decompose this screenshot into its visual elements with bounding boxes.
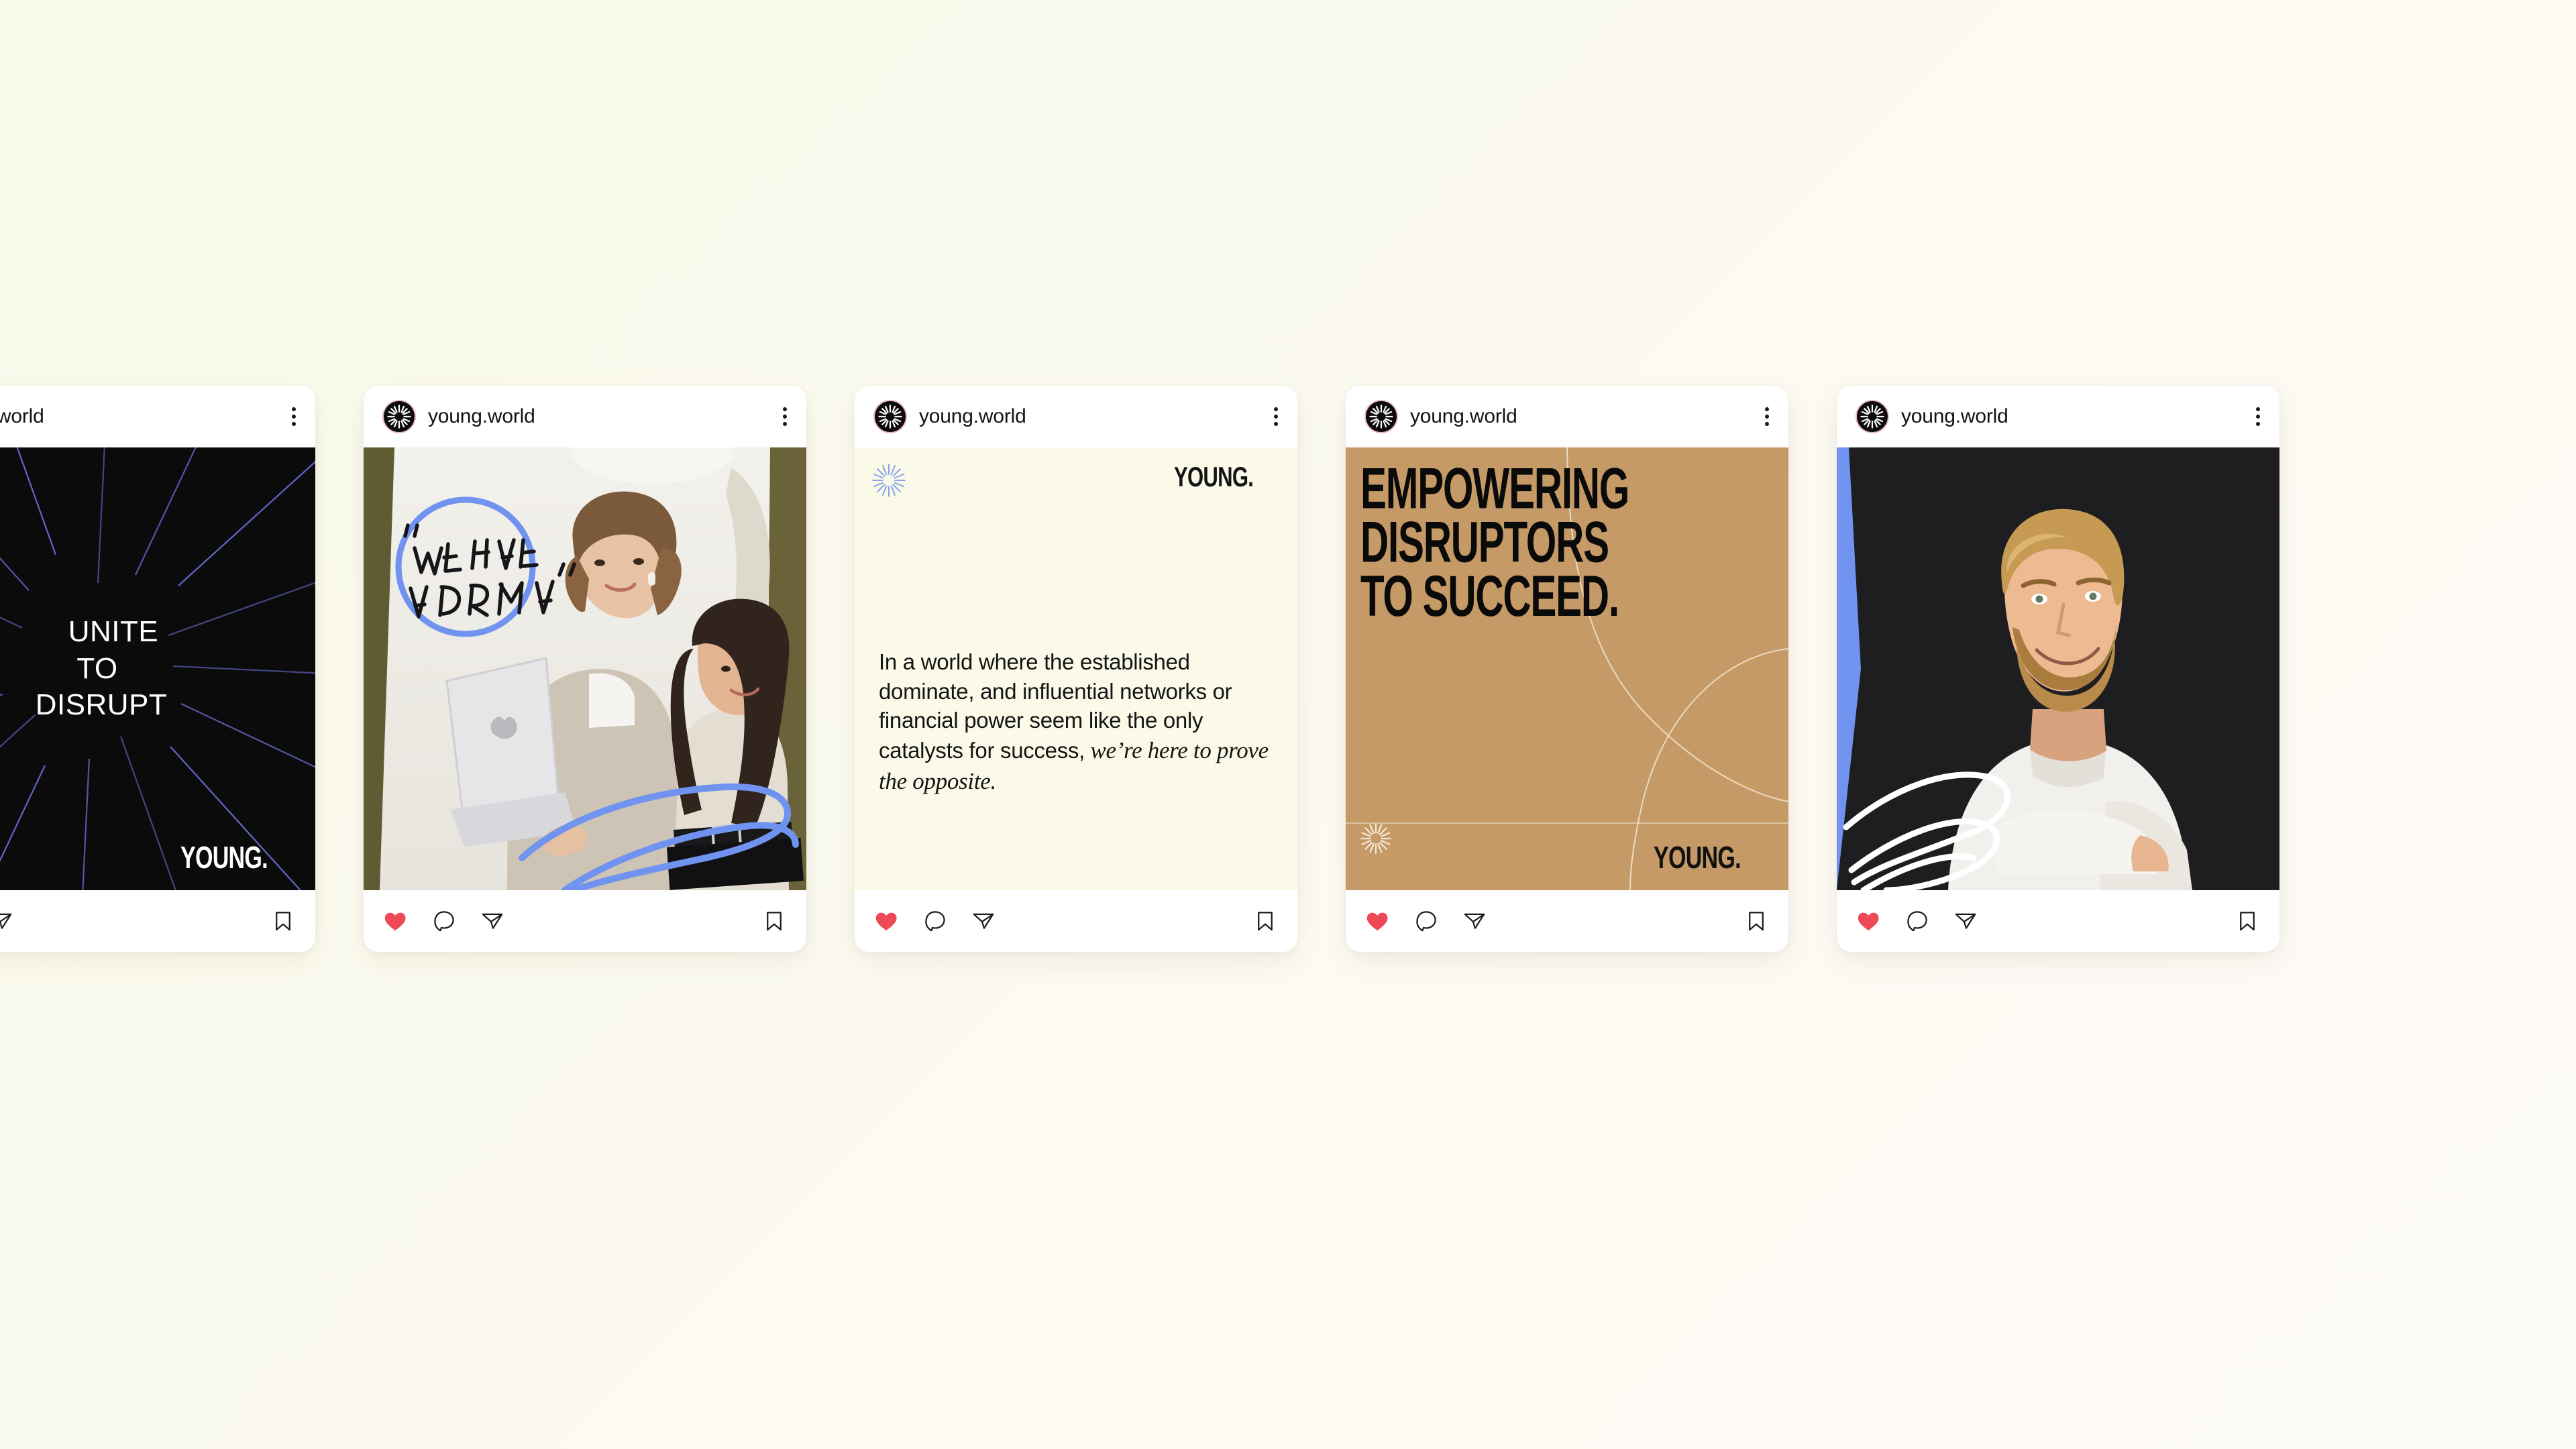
post-media[interactable]: YOUNG. In a world where the established … [855,447,1297,890]
account-handle[interactable]: young.world [1410,405,1517,428]
young-logo: YOUNG. [180,840,268,875]
heart-icon [384,912,406,931]
comment-button[interactable] [1411,906,1441,936]
post-photo [364,447,806,890]
post-action-bar [1837,890,2279,952]
more-options-icon[interactable] [1273,407,1279,426]
more-options-icon[interactable] [2255,407,2261,426]
bookmark-icon [276,912,290,931]
comment-button[interactable] [1902,906,1932,936]
more-options-icon[interactable] [782,407,788,426]
share-button[interactable] [478,906,507,936]
more-options-icon[interactable] [291,407,297,426]
starburst-avatar-icon [387,405,411,429]
headline-line-3: DISRUPT [35,688,168,722]
post-header: young.world [0,386,315,447]
heart-icon [1858,912,1879,931]
post-headline: UNITE TO DISRUPT [0,614,315,724]
post-photo [1837,447,2279,890]
comment-bubble-icon [925,911,945,932]
comment-bubble-icon [1416,911,1436,932]
paper-plane-icon [0,913,12,929]
save-button[interactable] [1741,906,1771,936]
starburst-avatar-icon [878,405,902,429]
starburst-avatar-icon [1369,405,1393,429]
instagram-post-carousel[interactable]: young.world UNITE TO DISRUPT YOUNG. [0,386,2279,952]
heart-icon [1366,912,1388,931]
save-button[interactable] [2233,906,2262,936]
post-media[interactable] [1837,447,2279,890]
paper-plane-icon [482,913,503,929]
paper-plane-icon [973,913,994,929]
comment-bubble-icon [434,911,454,932]
post-header: young.world [855,386,1297,447]
save-button[interactable] [1250,906,1280,936]
headline-line-2: TO [76,651,118,685]
post-action-bar [855,890,1297,952]
dark-starburst-graphic: UNITE TO DISRUPT YOUNG. [0,447,315,890]
instagram-post-card-1[interactable]: young.world UNITE TO DISRUPT YOUNG. [0,386,315,952]
comment-button[interactable] [429,906,459,936]
save-button[interactable] [268,906,298,936]
starburst-mark-bottom-left [1359,822,1393,855]
more-options-icon[interactable] [1764,407,1770,426]
post-header: young.world [1346,386,1788,447]
account-handle[interactable]: young.world [0,405,44,428]
share-button[interactable] [0,906,16,936]
starburst-icon [1360,822,1392,855]
instagram-post-card-3[interactable]: young.world YOUNG. In a world where the … [855,386,1297,952]
comment-bubble-icon [1907,911,1927,932]
instagram-post-card-5[interactable]: young.world [1837,386,2279,952]
paper-plane-icon [1955,913,1976,929]
comment-button[interactable] [920,906,950,936]
avatar[interactable] [1364,400,1398,433]
headline-line-3: TO SUCCEED. [1360,564,1619,629]
post-action-bar [364,890,806,952]
like-button[interactable] [1854,906,1884,936]
photo-illustration [1837,447,2279,890]
quote-graphic: YOUNG. In a world where the established … [855,447,1297,890]
account-handle[interactable]: young.world [919,405,1026,428]
quote-text: In a world where the established dominat… [879,649,1269,794]
like-button[interactable] [872,906,902,936]
bookmark-icon [2240,912,2255,931]
post-header: young.world [1837,386,2279,447]
quote-text-italic: we’re here to prove the opposite. [879,737,1269,794]
post-media[interactable]: EMPOWERING DISRUPTORS TO SUCCEED. YOUNG. [1346,447,1788,890]
like-button[interactable] [1363,906,1393,936]
post-headline: EMPOWERING DISRUPTORS TO SUCCEED. [1360,456,1697,629]
like-button[interactable] [381,906,411,936]
young-logo: YOUNG. [1174,461,1254,492]
photo-illustration [364,447,806,890]
post-media[interactable] [364,447,806,890]
bookmark-icon [767,912,782,931]
account-handle[interactable]: young.world [1901,405,2008,428]
share-button[interactable] [969,906,998,936]
tan-headline-graphic: EMPOWERING DISRUPTORS TO SUCCEED. YOUNG. [1346,447,1788,890]
bookmark-icon [1258,912,1273,931]
avatar[interactable] [1856,400,1889,433]
post-action-bar [1346,890,1788,952]
headline-line-1: UNITE [68,615,159,649]
share-button[interactable] [1460,906,1489,936]
young-logo: YOUNG. [1653,840,1741,875]
starburst-mark-top-left [871,462,907,498]
share-button[interactable] [1951,906,1980,936]
account-handle[interactable]: young.world [428,405,535,428]
instagram-post-card-2[interactable]: young.world [364,386,806,952]
post-action-bar [0,890,315,952]
avatar[interactable] [873,400,907,433]
paper-plane-icon [1464,913,1485,929]
headline-line-1: EMPOWERING [1360,456,1629,521]
post-media[interactable]: UNITE TO DISRUPT YOUNG. [0,447,315,890]
bookmark-icon [1749,912,1764,931]
starburst-avatar-icon [1860,405,1884,429]
heart-icon [875,912,897,931]
starburst-icon [872,464,906,497]
avatar[interactable] [382,400,416,433]
save-button[interactable] [759,906,789,936]
post-header: young.world [364,386,806,447]
headline-line-2: DISRUPTORS [1360,510,1609,575]
instagram-post-card-4[interactable]: young.world EMPOWERING DISRUPTORS TO SUC… [1346,386,1788,952]
